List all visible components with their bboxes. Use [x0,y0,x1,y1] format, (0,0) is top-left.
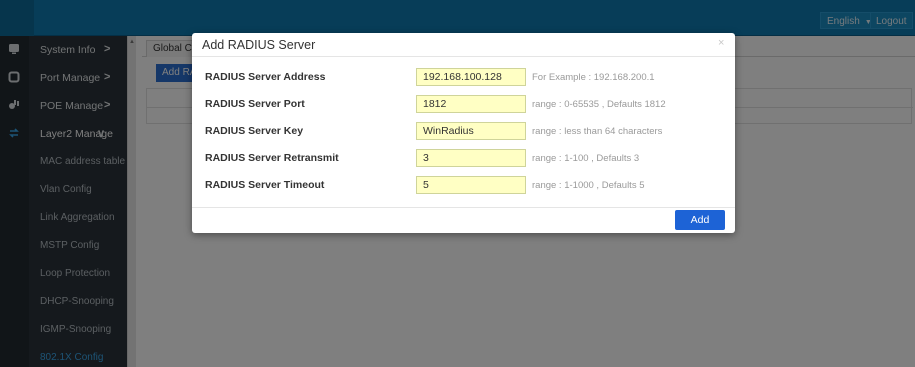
server-retransmit-label: RADIUS Server Retransmit [205,152,339,164]
dialog-footer-divider [192,207,735,208]
add-button[interactable]: Add [675,210,725,230]
server-retransmit-input[interactable] [416,149,526,167]
server-timeout-hint: range : 1-1000 , Defaults 5 [532,180,645,191]
form-row-server-address: RADIUS Server Address For Example : 192.… [192,67,735,87]
dialog-title: Add RADIUS Server [202,38,316,52]
server-port-label: RADIUS Server Port [205,98,305,110]
add-radius-server-dialog: Add RADIUS Server × RADIUS Server Addres… [192,33,735,233]
server-timeout-label: RADIUS Server Timeout [205,179,325,191]
server-key-label: RADIUS Server Key [205,125,304,137]
server-address-input[interactable] [416,68,526,86]
server-address-hint: For Example : 192.168.200.1 [532,72,655,83]
form-row-server-port: RADIUS Server Port range : 0-65535 , Def… [192,94,735,114]
server-port-input[interactable] [416,95,526,113]
form-row-server-key: RADIUS Server Key range : less than 64 c… [192,121,735,141]
server-key-hint: range : less than 64 characters [532,126,663,137]
server-address-label: RADIUS Server Address [205,71,326,83]
form-row-server-timeout: RADIUS Server Timeout range : 1-1000 , D… [192,175,735,195]
server-key-input[interactable] [416,122,526,140]
close-icon[interactable]: × [718,37,724,49]
server-port-hint: range : 0-65535 , Defaults 1812 [532,99,666,110]
dialog-header: Add RADIUS Server × [192,33,735,57]
form-row-server-retransmit: RADIUS Server Retransmit range : 1-100 ,… [192,148,735,168]
server-retransmit-hint: range : 1-100 , Defaults 3 [532,153,640,164]
server-timeout-input[interactable] [416,176,526,194]
